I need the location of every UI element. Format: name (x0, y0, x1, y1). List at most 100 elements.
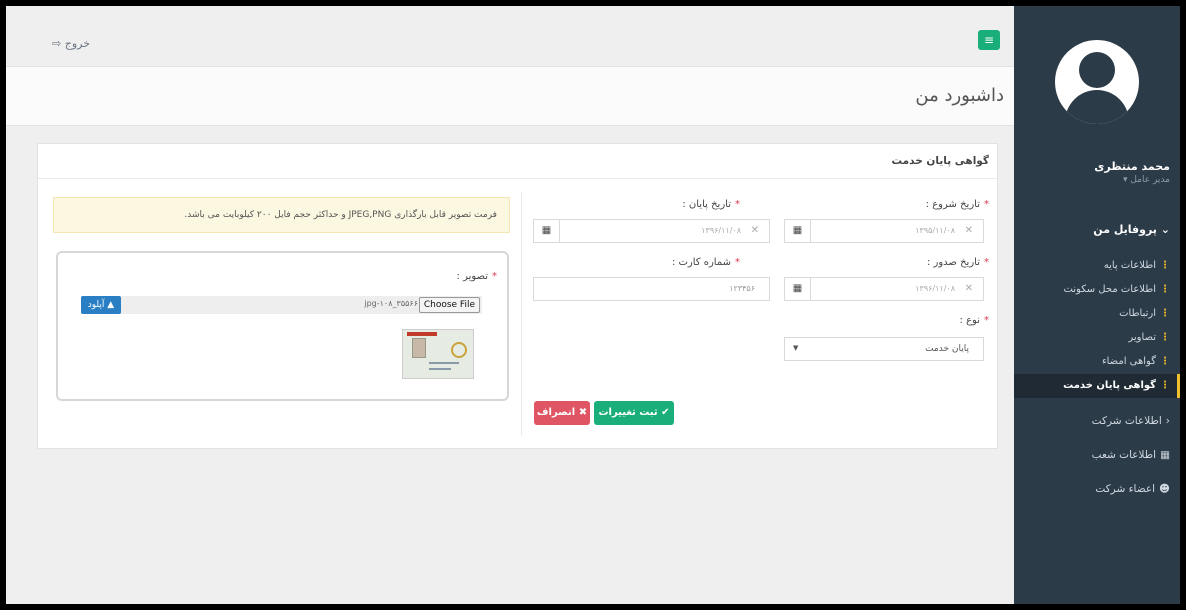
user-role-dropdown[interactable]: مدیر عامل ▾ (1123, 175, 1170, 185)
start-date-value: ۱۳۹۵/۱۱/۰۸ (915, 226, 955, 235)
card-number-value: ۱۲۳۴۵۶ (729, 284, 755, 293)
sidebar-item-label: گواهی امضاء (1101, 356, 1156, 367)
required-star: * (984, 315, 989, 326)
sidebar-item-branches[interactable]: ▦اطلاعات شعب (1014, 438, 1180, 472)
avatar-body (1065, 90, 1129, 124)
sidebar-item-label: اطلاعات پایه (1103, 260, 1156, 271)
calendar-icon[interactable]: ▦ (785, 220, 811, 242)
menu-toggle-button[interactable]: ≡ (978, 30, 1000, 50)
issue-date-label: * تاریخ صدور : (927, 257, 989, 268)
end-date-field[interactable]: ▦ ✕ ۱۳۹۶/۱۱/۰۸ (533, 219, 770, 243)
start-date-label-text: تاریخ شروع : (925, 199, 980, 210)
column-divider (521, 192, 522, 436)
type-value: پایان خدمت (925, 344, 969, 354)
file-input-row: ▲ آپلود jpg-۱۰۸_۳۵۵۶۶ Choose File (81, 296, 482, 314)
caret-down-icon: ▾ (1122, 175, 1128, 185)
check-icon: ✔ (661, 407, 670, 418)
save-button[interactable]: ✔ ثبت تغییرات (594, 401, 674, 425)
cancel-button[interactable]: ✖ انصراف (534, 401, 590, 425)
calendar-icon[interactable]: ▦ (785, 278, 811, 300)
panel-divider (38, 178, 997, 179)
panel-title: گواهی پایان خدمت (891, 155, 989, 167)
image-label-text: تصویر : (456, 271, 488, 282)
required-star: * (735, 257, 740, 268)
chevron-down-icon: ⌄ (1160, 223, 1170, 236)
company-menu: ‹اطلاعات شرکت ▦اطلاعات شعب ☻اعضاء شرکت (1014, 404, 1180, 506)
bullet-icon: ⋮ (1160, 380, 1170, 391)
alert-text: فرمت تصویر قابل بارگذاری JPEG,PNG و حداک… (184, 210, 497, 220)
sidebar-item-residence-info[interactable]: ⋮ اطلاعات محل سکونت (1014, 278, 1180, 302)
sidebar-item-label: ارتباطات (1119, 308, 1156, 319)
user-name: محمد منتظری (1094, 160, 1170, 173)
sidebar-item-images[interactable]: ⋮ تصاویر (1014, 326, 1180, 350)
end-date-label: * تاریخ پایان : (682, 199, 740, 210)
bullet-icon: ⋮ (1160, 308, 1170, 319)
thumbnail-line (429, 368, 451, 370)
required-star: * (492, 271, 497, 282)
app-frame: ≡ خروج ⇨ داشبورد من گواهی پایان خدمت * تا… (6, 6, 1180, 604)
thumbnail-seal (451, 342, 467, 358)
certificate-panel: گواهی پایان خدمت * تاریخ شروع : ▦ ✕ ۱۳۹۵/… (37, 143, 998, 449)
sidebar-item-service-cert[interactable]: ⋮ گواهی پایان خدمت (1014, 374, 1180, 398)
card-number-label: * شماره کارت : (672, 257, 740, 268)
sign-out-icon: ⇨ (52, 37, 62, 50)
profile-menu-header[interactable]: ⌄ پروفایل من (1014, 220, 1180, 240)
avatar[interactable] (1055, 40, 1139, 124)
sidebar-item-label: اطلاعات شرکت (1091, 415, 1162, 427)
thumbnail-photo (412, 338, 426, 358)
logout-label: خروج (64, 37, 91, 50)
card-number-label-text: شماره کارت : (671, 257, 731, 268)
upload-user-icon: ▲ (107, 300, 115, 310)
upload-label: آپلود (87, 300, 105, 310)
avatar-head (1079, 52, 1115, 88)
save-label: ثبت تغییرات (598, 407, 658, 418)
type-select[interactable]: ▼ پایان خدمت (784, 337, 984, 361)
issue-date-field[interactable]: ▦ ✕ ۱۳۹۶/۱۱/۰۸ (784, 277, 984, 301)
topbar: ≡ خروج ⇨ (6, 6, 1014, 66)
calendar-icon[interactable]: ▦ (534, 220, 560, 242)
grid-icon: ▦ (1160, 449, 1170, 461)
choose-file-button[interactable]: Choose File (418, 297, 480, 313)
clear-icon[interactable]: ✕ (751, 225, 759, 236)
profile-menu: ⌄ پروفایل من ⋮ اطلاعات پایه ⋮ اطلاعات محل … (1014, 220, 1180, 398)
end-date-value: ۱۳۹۶/۱۱/۰۸ (701, 226, 741, 235)
required-star: * (735, 199, 740, 210)
image-upload-box: * تصویر : ▲ آپلود jpg-۱۰۸_۳۵۵۶۶ Choose Fi… (56, 251, 509, 401)
x-icon: ✖ (578, 407, 588, 418)
sidebar-item-label: تصاویر (1128, 332, 1156, 343)
card-image-thumbnail[interactable] (402, 329, 474, 379)
bullet-icon: ⋮ (1160, 260, 1170, 271)
sidebar-item-members[interactable]: ☻اعضاء شرکت (1014, 472, 1180, 506)
card-number-field[interactable]: ۱۲۳۴۵۶ (533, 277, 770, 301)
dropdown-arrow-icon: ▼ (793, 344, 799, 352)
selected-file-name: jpg-۱۰۸_۳۵۵۶۶ (364, 299, 418, 308)
clear-icon[interactable]: ✕ (965, 283, 973, 294)
sidebar-item-contacts[interactable]: ⋮ ارتباطات (1014, 302, 1180, 326)
sidebar-item-company-info[interactable]: ‹اطلاعات شرکت (1014, 404, 1180, 438)
sidebar-item-label: اطلاعات شعب (1091, 449, 1157, 461)
sidebar-item-label: اطلاعات محل سکونت (1063, 284, 1156, 295)
sidebar-item-label: اعضاء شرکت (1095, 483, 1156, 495)
bullet-icon: ⋮ (1160, 332, 1170, 343)
start-date-label: * تاریخ شروع : (926, 199, 989, 210)
sidebar-item-signature-cert[interactable]: ⋮ گواهی امضاء (1014, 350, 1180, 374)
logout-link[interactable]: خروج ⇨ (52, 37, 90, 50)
sidebar: محمد منتظری مدیر عامل ▾ ⌄ پروفایل من ⋮ اط… (1014, 6, 1180, 604)
sidebar-item-basic-info[interactable]: ⋮ اطلاعات پایه (1014, 254, 1180, 278)
bars-icon: ≡ (983, 33, 995, 47)
issue-date-value: ۱۳۹۶/۱۱/۰۸ (915, 284, 955, 293)
type-label: * نوع : (960, 315, 989, 326)
start-date-field[interactable]: ▦ ✕ ۱۳۹۵/۱۱/۰۸ (784, 219, 984, 243)
page-title: داشبورد من (915, 85, 1004, 106)
bullet-icon: ⋮ (1160, 356, 1170, 367)
user-role: مدیر عامل (1130, 175, 1170, 185)
sidebar-item-label: گواهی پایان خدمت (1063, 380, 1156, 391)
file-format-alert: فرمت تصویر قابل بارگذاری JPEG,PNG و حداک… (53, 197, 510, 233)
required-star: * (984, 257, 989, 268)
image-label: * تصویر : (457, 271, 497, 282)
clear-icon[interactable]: ✕ (965, 225, 973, 236)
cancel-label: انصراف (536, 407, 576, 418)
upload-button[interactable]: ▲ آپلود (81, 296, 121, 314)
required-star: * (984, 199, 989, 210)
